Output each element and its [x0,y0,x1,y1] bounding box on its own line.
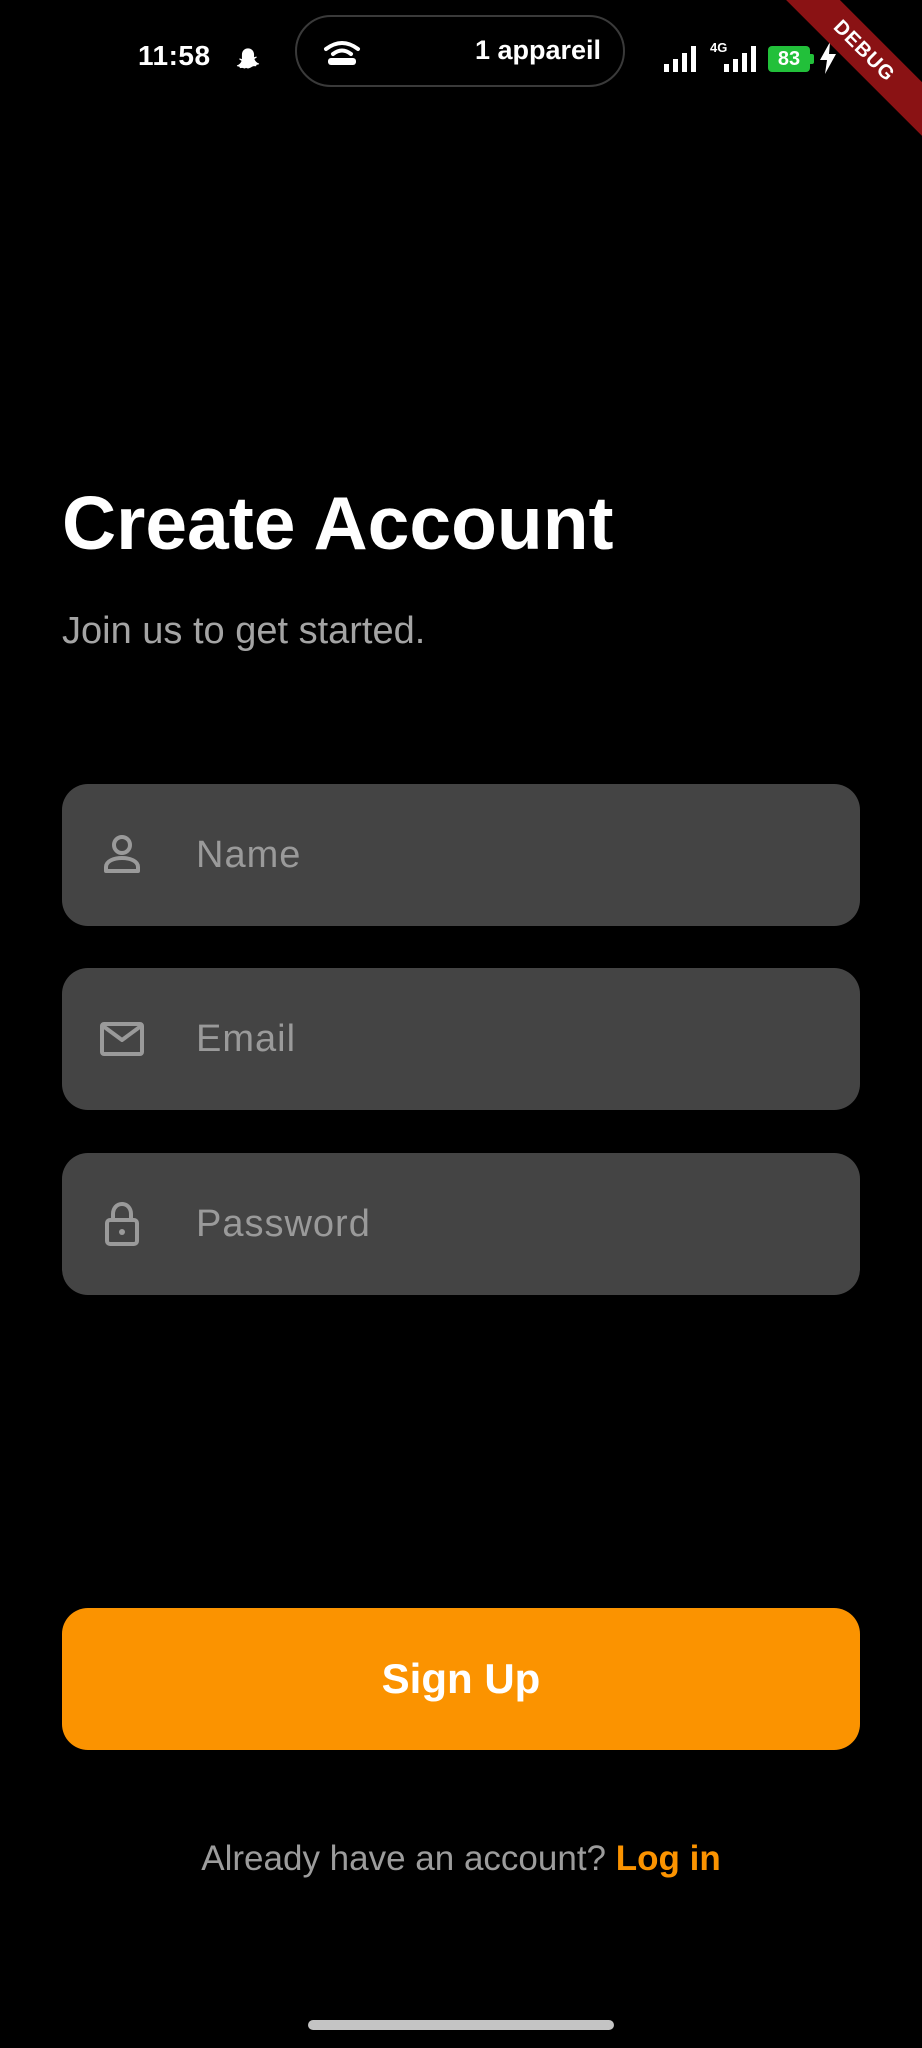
status-time: 11:58 [138,40,211,71]
person-icon [104,835,140,873]
sign-up-button[interactable]: Sign Up [62,1608,860,1750]
page-subtitle: Join us to get started. [62,610,426,652]
password-field[interactable] [62,1153,860,1295]
hotspot-device-count: 1 appareil [474,35,601,65]
email-field[interactable] [62,968,860,1110]
battery-tip [810,54,814,64]
battery-indicator: 83 [768,46,810,72]
hotspot-pill[interactable]: 1 appareil [295,15,625,87]
signal-strength-icon [664,46,696,72]
mobile-data-signal-icon [724,46,756,72]
snapchat-ghost-icon [236,48,260,69]
email-input[interactable] [196,968,816,1110]
password-input[interactable] [196,1153,816,1295]
log-in-link[interactable]: Log in [616,1839,721,1878]
login-prompt-text: Already have an account? [201,1839,616,1878]
name-input[interactable] [196,784,816,926]
login-prompt-row: Already have an account? Log in [0,1834,922,1884]
home-indicator[interactable] [308,2020,614,2030]
page-title: Create Account [62,481,614,565]
lock-icon [105,1201,139,1246]
mail-icon [100,1022,144,1056]
name-field[interactable] [62,784,860,926]
hotspot-icon [324,41,360,65]
status-bar: 11:58 1 appareil 4G 83 [0,0,922,110]
